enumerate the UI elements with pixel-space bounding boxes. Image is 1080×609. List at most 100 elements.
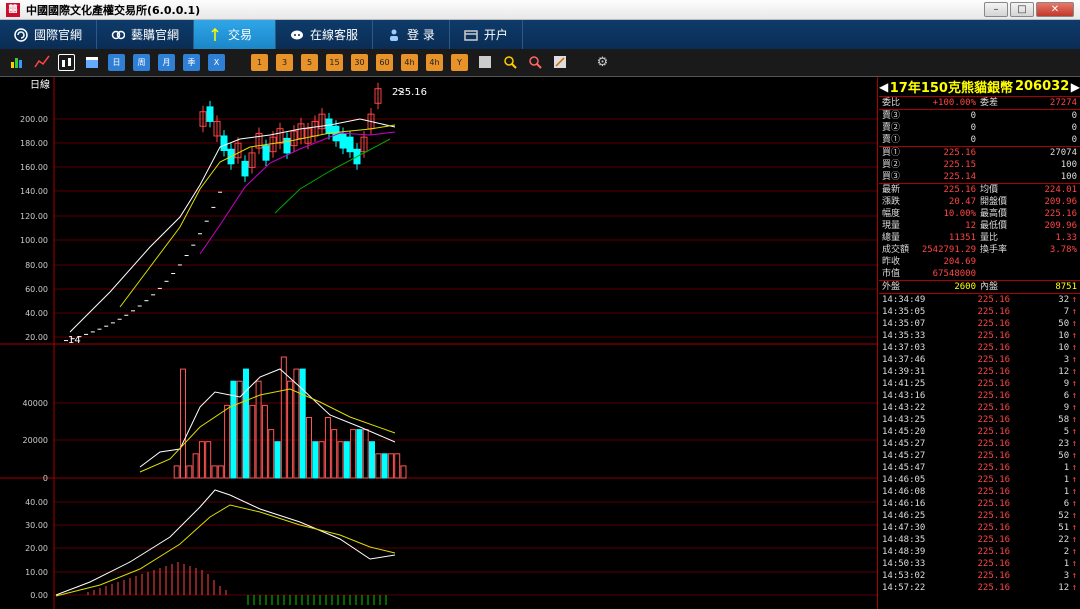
period-x-button[interactable]: X xyxy=(208,54,225,71)
period-quarter-button[interactable]: 季 xyxy=(183,54,200,71)
product-name: 17年150克熊貓銀幣 xyxy=(889,81,1013,96)
volume-bar xyxy=(261,404,268,479)
volume-bar xyxy=(198,441,205,479)
bid-row: 買③ 225.14 100 xyxy=(882,172,1077,182)
trade-tick-row: 14:45:27 225.16 50 ↑ xyxy=(882,451,1077,461)
volume-bar xyxy=(243,368,249,479)
volume-bar xyxy=(192,453,199,479)
draw-icon[interactable] xyxy=(551,54,568,71)
volume-bar xyxy=(356,429,363,479)
volume-bar xyxy=(400,465,407,479)
kline-chart-area[interactable]: 日線 200.00 180.00 160.00 140.00 120.00 100.00 80… xyxy=(0,77,878,609)
indicator-axis-tick: 20.00 xyxy=(25,544,48,553)
minute-5-button[interactable]: 5 xyxy=(301,54,318,71)
price-axis-tick: 160.00 xyxy=(20,163,48,172)
zoom-in-icon[interactable] xyxy=(501,54,518,71)
stat-row: 漲跌 20.47 開盤價 209.96 xyxy=(882,197,1077,207)
indicator-axis-tick: 40.00 xyxy=(25,498,48,507)
close-button[interactable]: ✕ xyxy=(1036,2,1074,17)
nav-login[interactable]: 登 录 xyxy=(373,20,450,49)
trade-tick-row: 14:45:47 225.16 1 ↑ xyxy=(882,463,1077,473)
indicator-dif-line xyxy=(55,489,396,596)
volume-bar xyxy=(306,417,312,479)
volume-bar xyxy=(205,441,212,479)
order-ratio-row: 委比 +100.00% 委差 27274 xyxy=(882,98,1077,108)
nav-label: 國際官網 xyxy=(34,28,83,42)
period-month-button[interactable]: 月 xyxy=(158,54,175,71)
prev-product-icon[interactable]: ◀ xyxy=(879,80,888,94)
volume-bar xyxy=(375,453,382,479)
minimize-button[interactable]: – xyxy=(984,2,1008,17)
quote-header: ◀ 17年150克熊貓銀幣 206032 ▶ xyxy=(879,77,1080,97)
volume-bar xyxy=(268,429,275,479)
nav-label: 开户 xyxy=(483,28,508,42)
nav-open-account[interactable]: 开户 xyxy=(450,20,523,49)
maximize-button[interactable]: □ xyxy=(1010,2,1034,17)
trade-tick-row: 14:37:46 225.16 3 ↑ xyxy=(882,355,1077,365)
volume-bar xyxy=(180,368,186,479)
indicator-axis-tick: 0.00 xyxy=(30,591,48,600)
year-button[interactable]: Y xyxy=(451,54,468,71)
stat-row: 昨收 204.69 xyxy=(882,257,976,267)
nav-art-site[interactable]: 藝購官網 xyxy=(97,20,195,49)
bar-chart-icon[interactable] xyxy=(8,54,25,71)
settings-icon[interactable]: ⚙ xyxy=(594,54,611,71)
hour-4b-button[interactable]: 4h xyxy=(426,54,443,71)
hour-4-button[interactable]: 4h xyxy=(401,54,418,71)
volume-bar xyxy=(299,368,306,479)
indicator-axis-tick: 10.00 xyxy=(25,568,48,577)
window-controls: – □ ✕ xyxy=(984,2,1074,17)
zoom-out-icon[interactable] xyxy=(526,54,543,71)
minute-3-button[interactable]: 3 xyxy=(276,54,293,71)
link-icon xyxy=(111,28,126,42)
volume-bar xyxy=(249,404,256,479)
nav-international-site[interactable]: 國際官網 xyxy=(0,20,98,49)
trade-tick-row: 14:46:05 225.16 1 ↑ xyxy=(882,475,1077,485)
trade-tick-row: 14:39:31 225.16 12 ↑ xyxy=(882,367,1077,377)
nav-label: 交易 xyxy=(228,28,253,42)
indicator-dea-line xyxy=(55,504,396,597)
grid-icon[interactable] xyxy=(476,54,493,71)
trade-tick-row: 14:35:07 225.16 50 ↑ xyxy=(882,319,1077,329)
quote-panel: ◀ 17年150克熊貓銀幣 206032 ▶ 委比 +100.00% 委差 27… xyxy=(879,77,1080,609)
price-axis-tick: 200.00 xyxy=(20,115,48,124)
price-axis-tick: 40.00 xyxy=(25,309,48,318)
period-label: 日線 xyxy=(30,78,50,91)
calendar-icon[interactable] xyxy=(83,54,100,71)
minute-30-button[interactable]: 30 xyxy=(351,54,368,71)
ma60-line xyxy=(274,138,391,214)
window-titlebar: 囍 中國國際文化產權交易所(6.0.0.1) – □ ✕ xyxy=(0,0,1080,20)
volume-bar xyxy=(217,465,224,479)
trade-tick-row: 14:45:27 225.16 23 ↑ xyxy=(882,439,1077,449)
candle-down xyxy=(262,145,270,161)
line-chart-icon[interactable] xyxy=(33,54,50,71)
candle-down xyxy=(283,137,291,154)
trade-tick-row: 14:50:33 225.16 1 ↑ xyxy=(882,559,1077,569)
candle-down xyxy=(339,133,347,149)
volume-bar xyxy=(224,404,231,479)
kline-chart-svg: 日線200.00180.00160.00140.00120.00100.0080… xyxy=(0,77,877,609)
candlestick-icon[interactable] xyxy=(58,54,75,71)
minute-60-button[interactable]: 60 xyxy=(376,54,393,71)
window-title: 中國國際文化產權交易所(6.0.0.1) xyxy=(26,3,201,17)
stat-row: 市值 67548000 xyxy=(882,269,976,279)
stat-row: 最新 225.16 均價 224.01 xyxy=(882,185,1077,195)
trade-tick-row: 14:57:22 225.16 12 ↑ xyxy=(882,583,1077,593)
trade-tick-row: 14:37:03 225.16 10 ↑ xyxy=(882,343,1077,353)
nav-trade[interactable]: 交易 xyxy=(194,20,277,49)
candle-down xyxy=(220,135,228,151)
period-week-button[interactable]: 周 xyxy=(133,54,150,71)
nav-label: 登 录 xyxy=(407,28,435,42)
minute-1-button[interactable]: 1 xyxy=(251,54,268,71)
trade-tick-row: 14:45:20 225.16 5 ↑ xyxy=(882,427,1077,437)
app-logo-icon: 囍 xyxy=(6,2,20,17)
period-day-button[interactable]: 日 xyxy=(108,54,125,71)
next-product-icon[interactable]: ▶ xyxy=(1071,80,1080,94)
trade-tick-row: 14:34:49 225.16 32 ↑ xyxy=(882,295,1077,305)
nav-online-support[interactable]: 在線客服 xyxy=(276,20,374,49)
indicator-axis-tick: 30.00 xyxy=(25,521,48,530)
stat-row: 成交額 2542791.29 換手率 3.78% xyxy=(882,245,1077,255)
volume-bar xyxy=(343,441,350,479)
minute-15-button[interactable]: 15 xyxy=(326,54,343,71)
main-nav: 國際官網 藝購官網 交易 在線客服 登 录 开户 xyxy=(0,20,1080,49)
